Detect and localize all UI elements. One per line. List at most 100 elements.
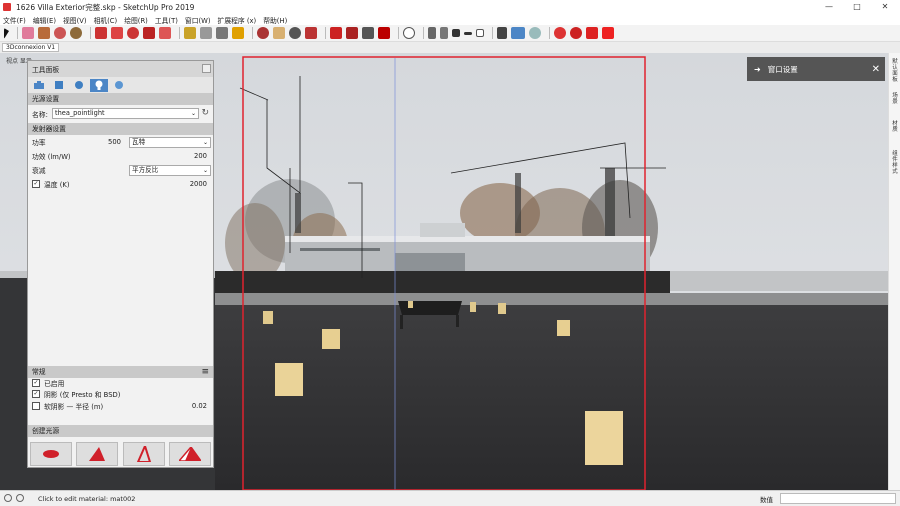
power-value[interactable]: 500 — [108, 138, 121, 146]
pan-icon[interactable] — [273, 27, 285, 39]
menu-extensions[interactable]: 扩展程序 (x) — [218, 15, 257, 25]
window-settings-label: 窗口设置 — [767, 64, 798, 74]
tab-camera[interactable] — [30, 79, 48, 92]
material-icon[interactable] — [586, 27, 598, 39]
tab-default-panel[interactable]: 默认面板 — [890, 59, 900, 83]
list-view-icon[interactable] — [511, 27, 525, 39]
panel-close-button[interactable] — [202, 64, 211, 73]
soft-shadow-checkbox[interactable] — [32, 401, 40, 410]
zoom-extents-icon[interactable] — [305, 27, 317, 39]
emitter-section-header[interactable]: 发射器设置 — [28, 123, 213, 135]
tab-material[interactable] — [70, 79, 88, 92]
tab-scenes[interactable]: 场景 — [890, 93, 900, 105]
info-icon[interactable] — [4, 494, 12, 502]
window-icon[interactable] — [476, 29, 484, 37]
outliner-icon[interactable] — [428, 27, 436, 39]
soft-shadow-label: 软阴影 — 半径 (m) — [44, 402, 104, 411]
tab-environment[interactable] — [110, 79, 128, 92]
list-icon[interactable] — [440, 27, 448, 39]
enabled-checkbox[interactable]: ✓ — [32, 379, 40, 387]
power-unit-dropdown[interactable]: 瓦特 ⌄ — [129, 137, 211, 148]
minus-icon[interactable] — [464, 31, 472, 35]
temperature-value[interactable]: 2000 — [190, 180, 207, 188]
axis-icon[interactable] — [529, 27, 541, 39]
eraser-icon[interactable] — [22, 27, 34, 39]
soft-shadow-value[interactable]: 0.02 — [192, 402, 207, 410]
create-point-light-button[interactable] — [30, 441, 73, 466]
menu-tools[interactable]: 工具(T) — [155, 15, 178, 25]
create-light-buttons — [28, 440, 213, 467]
create-ies-light-button[interactable] — [122, 441, 165, 466]
refresh-icon[interactable]: ↻ — [201, 108, 209, 118]
dimension-icon[interactable] — [200, 27, 212, 39]
push-pull-icon[interactable] — [95, 27, 107, 39]
zoom-icon[interactable] — [289, 27, 301, 39]
menu-edit[interactable]: 编辑(E) — [33, 15, 56, 25]
efficacy-value[interactable]: 200 — [194, 152, 207, 160]
toolbar-divider — [179, 27, 180, 39]
arrow-right-icon[interactable]: ➜ — [754, 65, 761, 74]
temperature-checkbox[interactable]: ✓ — [32, 180, 40, 188]
tab-component-styles[interactable]: 组件样式 — [890, 151, 900, 175]
light-source-section-header[interactable]: 光源设置 — [28, 93, 213, 105]
sphere-icon — [75, 81, 83, 89]
menu-camera[interactable]: 相机(C) — [94, 15, 118, 25]
user-icon[interactable] — [16, 494, 24, 502]
text-tool-icon[interactable] — [216, 27, 228, 39]
tab-light[interactable] — [90, 78, 108, 92]
window-settings-close-button[interactable]: ✕ — [872, 64, 880, 75]
3d-warehouse-icon[interactable] — [330, 27, 342, 39]
temperature-row: ✓ 温度 (K) 2000 — [28, 177, 213, 191]
paint-bucket-icon[interactable] — [70, 27, 82, 39]
attenuation-dropdown[interactable]: 平方反比 ⌄ — [129, 165, 211, 176]
user-account-icon[interactable] — [403, 27, 415, 39]
toolbar-divider — [549, 27, 550, 39]
camera-render-icon[interactable] — [602, 27, 614, 39]
create-spot-light-button[interactable] — [76, 441, 119, 466]
menu-window[interactable]: 窗口(W) — [185, 15, 211, 25]
scene-tab[interactable]: 3Dconnexion V1 — [2, 43, 60, 52]
close-window-button[interactable]: ✕ — [871, 0, 899, 14]
create-area-light-button[interactable] — [168, 441, 211, 466]
spot-light-icon — [89, 446, 106, 461]
chevron-down-icon: ⌄ — [202, 167, 208, 174]
status-bar: Click to edit material: mat002 数值 — [0, 490, 900, 506]
move-icon[interactable] — [111, 27, 123, 39]
minimize-button[interactable]: — — [815, 0, 843, 14]
toolbar-divider — [423, 27, 424, 39]
camera-icon — [34, 81, 44, 89]
menu-draw[interactable]: 绘图(R) — [124, 15, 148, 25]
menu-help[interactable]: 帮助(H) — [263, 15, 287, 25]
settings-icon[interactable] — [570, 27, 582, 39]
panel-title-bar[interactable]: 工具面板 — [28, 61, 213, 77]
tape-measure-icon[interactable] — [184, 27, 196, 39]
shadow-checkbox[interactable]: ✓ — [32, 389, 40, 398]
select-tool-icon[interactable] — [4, 27, 9, 39]
pencil-icon[interactable] — [38, 27, 50, 39]
extension-warehouse-icon[interactable] — [346, 27, 358, 39]
offset-icon[interactable] — [143, 27, 155, 39]
thea-render-icon[interactable] — [554, 27, 566, 39]
maximize-button[interactable]: □ — [843, 0, 871, 14]
measurements-input[interactable] — [780, 493, 896, 504]
create-light-section-header[interactable]: 创建光源 — [28, 425, 213, 437]
common-section-header[interactable]: 常规 ≡ — [28, 366, 213, 378]
arc-icon[interactable] — [54, 27, 66, 39]
light-name-dropdown[interactable]: thea_pointlight ⌄ — [52, 108, 199, 119]
menu-file[interactable]: 文件(F) — [3, 15, 26, 25]
gravel-edge — [215, 293, 888, 305]
rotate-icon[interactable] — [127, 27, 139, 39]
scale-icon[interactable] — [159, 27, 171, 39]
diagonal-arrow-icon[interactable] — [497, 27, 507, 39]
menu-view[interactable]: 视图(V) — [63, 15, 87, 25]
layout-icon[interactable] — [362, 27, 374, 39]
efficacy-row: 功效 (lm/W) 200 — [28, 149, 213, 163]
section-plane-icon[interactable] — [232, 27, 244, 39]
square-icon[interactable] — [452, 29, 460, 37]
menu-icon[interactable]: ≡ — [201, 366, 209, 378]
ruby-icon[interactable] — [378, 27, 390, 39]
cube-icon — [55, 81, 63, 89]
tab-materials[interactable]: 材质 — [890, 121, 900, 133]
tab-object[interactable] — [50, 79, 68, 92]
orbit-icon[interactable] — [257, 27, 269, 39]
